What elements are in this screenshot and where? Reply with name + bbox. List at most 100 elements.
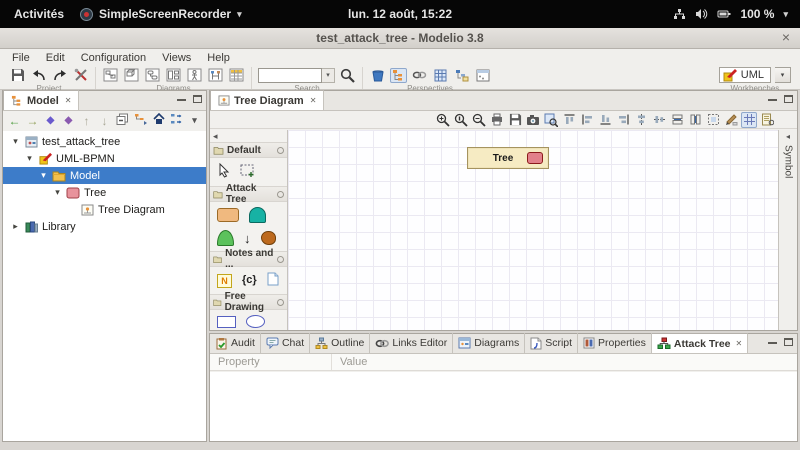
impact-tool[interactable] bbox=[260, 231, 276, 245]
symbol-view-strip[interactable]: ◂ Symbol bbox=[778, 130, 797, 330]
container-perspective-button[interactable] bbox=[369, 68, 386, 83]
menu-edit[interactable]: Edit bbox=[38, 51, 73, 65]
minimize-button[interactable] bbox=[768, 341, 777, 344]
palette-section-free-drawing[interactable]: Free Drawing bbox=[210, 291, 287, 313]
window-perspective-button[interactable] bbox=[474, 68, 491, 83]
align-bottom-button[interactable] bbox=[597, 112, 613, 128]
palette-section-default[interactable]: Default bbox=[210, 142, 287, 158]
zoom-in-button[interactable] bbox=[435, 112, 451, 128]
print-button[interactable] bbox=[489, 112, 505, 128]
style-brush-button[interactable] bbox=[723, 112, 739, 128]
palette-section-notes[interactable]: Notes and ... bbox=[210, 248, 287, 270]
close-icon[interactable]: ✕ bbox=[65, 96, 72, 105]
expander-icon[interactable]: ▸ bbox=[11, 221, 20, 232]
align-left-button[interactable] bbox=[579, 112, 595, 128]
new-activity-diagram-button[interactable] bbox=[144, 68, 161, 83]
attack-node-tool[interactable] bbox=[217, 208, 239, 222]
maximize-button[interactable] bbox=[784, 338, 793, 346]
workbench-selector[interactable]: UML bbox=[718, 67, 771, 83]
select-tool[interactable] bbox=[217, 162, 230, 181]
tab-script[interactable]: Script bbox=[525, 333, 579, 353]
marquee-tool[interactable] bbox=[240, 164, 256, 181]
expander-icon[interactable]: ▾ bbox=[25, 153, 34, 164]
menu-help[interactable]: Help bbox=[199, 51, 238, 65]
home-button[interactable] bbox=[151, 112, 166, 128]
same-height-button[interactable] bbox=[687, 112, 703, 128]
toggle-grid-button[interactable] bbox=[741, 111, 757, 128]
ellipse-tool[interactable] bbox=[246, 315, 265, 328]
column-header-value[interactable]: Value bbox=[332, 354, 367, 370]
edit-model-perspective-button[interactable] bbox=[453, 68, 470, 83]
search-icon[interactable] bbox=[339, 68, 356, 83]
fit-to-content-button[interactable] bbox=[705, 112, 721, 128]
note-tool[interactable]: N bbox=[217, 273, 232, 288]
undo-button[interactable] bbox=[30, 68, 47, 83]
zoom-actual-button[interactable] bbox=[453, 112, 469, 128]
collapse-all-button[interactable] bbox=[115, 113, 130, 128]
tree-item-project[interactable]: ▾ test_attack_tree bbox=[3, 133, 206, 150]
diagram-canvas[interactable]: Tree bbox=[288, 130, 778, 330]
configure-content-button[interactable] bbox=[169, 113, 184, 128]
redo-button[interactable] bbox=[51, 68, 68, 83]
menu-file[interactable]: File bbox=[4, 51, 38, 65]
close-icon[interactable]: ✕ bbox=[736, 339, 743, 348]
zoom-selection-button[interactable] bbox=[543, 112, 559, 128]
or-gate-tool[interactable] bbox=[217, 230, 234, 246]
new-use-case-diagram-button[interactable] bbox=[186, 68, 203, 83]
palette-collapse-button[interactable]: ◂ bbox=[213, 131, 218, 142]
tab-outline[interactable]: Outline bbox=[310, 333, 371, 353]
constraint-tool[interactable]: {c} bbox=[242, 275, 257, 286]
snapshot-button[interactable] bbox=[525, 112, 541, 128]
link-with-editor-button[interactable] bbox=[133, 113, 148, 128]
expand-symbol-view-button[interactable]: ◂ bbox=[786, 132, 790, 141]
nav-forward-button[interactable]: → bbox=[25, 114, 40, 128]
customize-tools-button[interactable] bbox=[72, 68, 89, 83]
tree-item-uml-bpmn[interactable]: ▾ UML-BPMN bbox=[3, 150, 206, 167]
model-explorer-perspective-button[interactable] bbox=[390, 67, 407, 83]
maximize-button[interactable] bbox=[784, 95, 793, 103]
menu-configuration[interactable]: Configuration bbox=[73, 51, 154, 65]
new-deployment-diagram-button[interactable] bbox=[123, 68, 140, 83]
save-image-button[interactable] bbox=[507, 112, 523, 128]
expander-icon[interactable]: ▾ bbox=[53, 187, 62, 198]
tree-item-tree[interactable]: ▾ Tree bbox=[3, 184, 206, 201]
tab-properties[interactable]: Properties bbox=[578, 333, 652, 353]
close-icon[interactable]: ✕ bbox=[310, 96, 317, 105]
view-menu-button[interactable]: ▾ bbox=[187, 115, 202, 126]
zoom-out-button[interactable] bbox=[471, 112, 487, 128]
search-history-dropdown[interactable]: ▾ bbox=[322, 67, 335, 83]
column-header-property[interactable]: Property bbox=[210, 354, 332, 370]
tree-item-library[interactable]: ▸ Library bbox=[3, 218, 206, 235]
new-sequence-diagram-button[interactable] bbox=[207, 68, 224, 83]
tab-links-editor[interactable]: Links Editor bbox=[370, 333, 454, 353]
menu-views[interactable]: Views bbox=[154, 51, 199, 65]
center-vertically-button[interactable] bbox=[651, 112, 667, 128]
minimize-button[interactable] bbox=[768, 98, 777, 101]
tab-diagrams[interactable]: Diagrams bbox=[453, 333, 526, 353]
activities-button[interactable]: Activités bbox=[14, 7, 64, 21]
new-matrix-button[interactable] bbox=[228, 68, 245, 83]
align-right-button[interactable] bbox=[615, 112, 631, 128]
attack-tree-root-node[interactable]: Tree bbox=[467, 147, 549, 169]
tab-audit[interactable]: Audit bbox=[210, 333, 261, 353]
center-horizontally-button[interactable] bbox=[633, 112, 649, 128]
rectangle-tool[interactable] bbox=[217, 315, 236, 328]
nav-next-diamond-button[interactable]: ◆ bbox=[61, 115, 76, 126]
system-tray[interactable]: 100 % ▾ bbox=[673, 7, 800, 21]
minimize-button[interactable] bbox=[177, 98, 186, 101]
tab-model[interactable]: Model ✕ bbox=[3, 90, 80, 110]
nav-previous-diamond-button[interactable]: ◆ bbox=[43, 115, 58, 126]
matrix-perspective-button[interactable] bbox=[432, 68, 449, 83]
nav-down-button[interactable]: ↓ bbox=[97, 114, 112, 128]
window-close-button[interactable]: × bbox=[782, 29, 790, 45]
document-tool[interactable] bbox=[267, 272, 279, 289]
maximize-button[interactable] bbox=[193, 95, 202, 103]
save-button[interactable] bbox=[9, 68, 26, 83]
links-perspective-button[interactable] bbox=[411, 68, 428, 83]
palette-section-attack-tree[interactable]: Attack Tree bbox=[210, 183, 287, 205]
transfer-arrow-tool[interactable]: ↓ bbox=[244, 232, 251, 245]
new-class-diagram-button[interactable] bbox=[102, 68, 119, 83]
search-input[interactable] bbox=[258, 67, 322, 83]
tree-item-model[interactable]: ▾ Model bbox=[3, 167, 206, 184]
nav-up-button[interactable]: ↑ bbox=[79, 114, 94, 128]
